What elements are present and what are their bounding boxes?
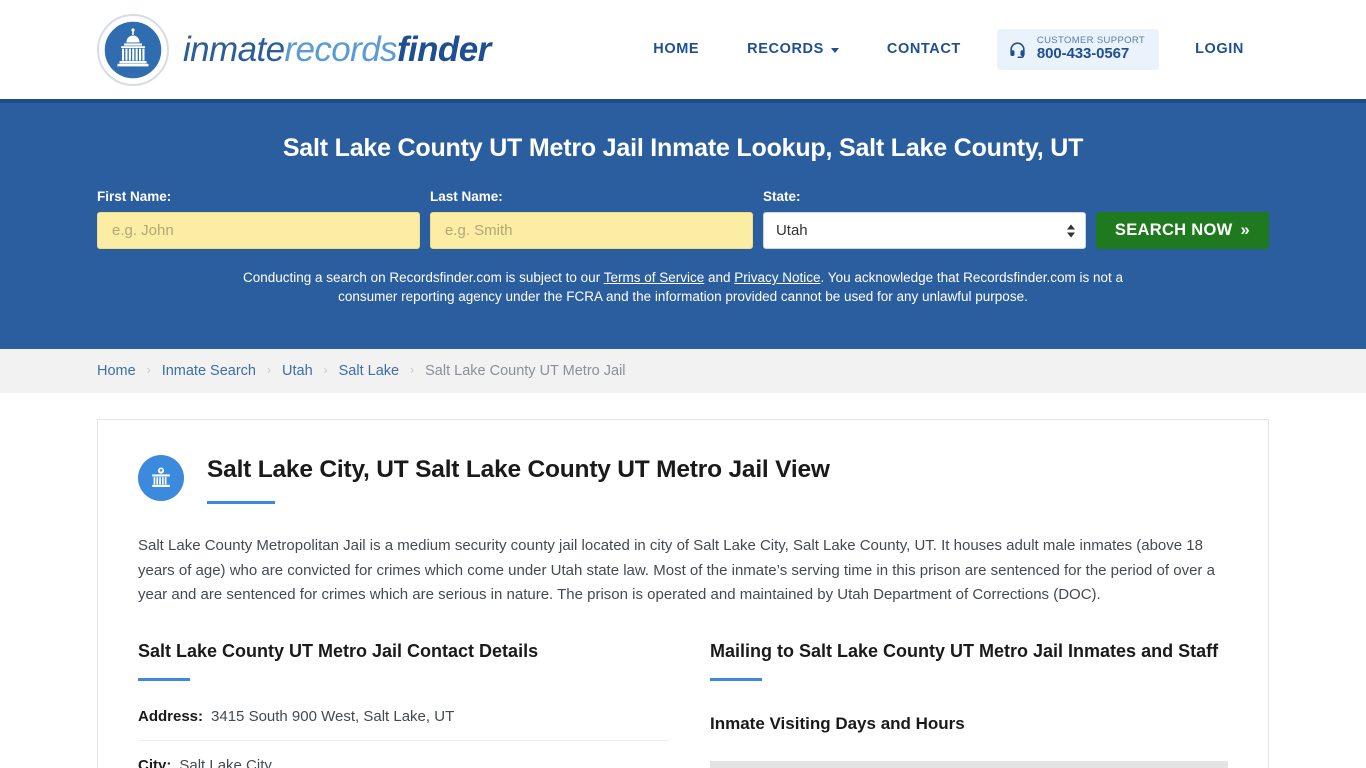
- breadcrumb-item-utah[interactable]: Utah: [282, 363, 313, 379]
- nav-records[interactable]: RECORDS: [723, 41, 863, 57]
- state-field-group: State: Utah: [762, 189, 1086, 249]
- mailing-column: Mailing to Salt Lake County UT Metro Jai…: [710, 640, 1228, 768]
- nav-login[interactable]: LOGIN: [1171, 41, 1268, 57]
- support-text-block: CUSTOMER SUPPORT 800-433-0567: [1036, 35, 1145, 63]
- contact-details-column: Salt Lake County UT Metro Jail Contact D…: [138, 640, 668, 768]
- breadcrumb: Home › Inmate Search › Utah › Salt Lake …: [0, 349, 1366, 393]
- nav-home[interactable]: HOME: [629, 41, 723, 57]
- detail-key-address: Address:: [138, 708, 204, 726]
- jail-building-icon: [138, 455, 184, 501]
- breadcrumb-separator-icon: ›: [146, 363, 151, 377]
- hero-search-section: Salt Lake County UT Metro Jail Inmate Lo…: [0, 99, 1366, 349]
- capitol-building-icon: [97, 13, 169, 86]
- customer-support-badge[interactable]: CUSTOMER SUPPORT 800-433-0567: [996, 28, 1160, 71]
- site-logo[interactable]: inmaterecordsfinder: [97, 13, 491, 86]
- mailing-heading: Mailing to Salt Lake County UT Metro Jai…: [710, 641, 1219, 662]
- facility-title: Salt Lake City, UT Salt Lake County UT M…: [207, 456, 830, 483]
- nav-contact-label: CONTACT: [886, 41, 961, 58]
- search-now-label: SEARCH NOW: [1114, 221, 1233, 239]
- brand-part-3: finder: [396, 30, 491, 69]
- state-select[interactable]: Utah: [762, 212, 1086, 249]
- breadcrumb-item-current: Salt Lake County UT Metro Jail: [425, 363, 626, 379]
- breadcrumb-item-salt-lake[interactable]: Salt Lake: [339, 363, 399, 379]
- page-title: Salt Lake County UT Metro Jail Inmate Lo…: [282, 134, 1084, 162]
- disclaimer-part-1: Conducting a search on Recordsfinder.com…: [243, 270, 604, 285]
- search-now-button[interactable]: SEARCH NOW »: [1095, 212, 1269, 249]
- facility-title-block: Salt Lake City, UT Salt Lake County UT M…: [207, 453, 830, 505]
- first-name-label: First Name:: [97, 189, 172, 204]
- detail-value-city: Salt Lake City: [179, 757, 272, 768]
- facility-detail-card: Salt Lake City, UT Salt Lake County UT M…: [97, 419, 1269, 768]
- facility-description: Salt Lake County Metropolitan Jail is a …: [138, 537, 1215, 603]
- last-name-field-group: Last Name:: [429, 189, 753, 249]
- contact-details-list: Address: 3415 South 900 West, Salt Lake,…: [138, 708, 668, 768]
- detail-row-address: Address: 3415 South 900 West, Salt Lake,…: [138, 708, 668, 742]
- double-chevron-right-icon: »: [1240, 221, 1250, 239]
- disclaimer-mid: and: [704, 270, 735, 285]
- table-header-day: [710, 761, 969, 768]
- nav-home-label: HOME: [653, 41, 700, 58]
- breadcrumb-item-home[interactable]: Home: [97, 363, 136, 379]
- breadcrumb-separator-icon: ›: [323, 363, 328, 377]
- detail-row-city: City: Salt Lake City: [138, 741, 668, 768]
- headset-icon: [1008, 40, 1027, 59]
- state-label: State:: [762, 189, 801, 204]
- visiting-hours-table: [710, 761, 1228, 768]
- site-header: inmaterecordsfinder HOME RECORDS CONTACT…: [0, 0, 1366, 99]
- support-phone: 800-433-0567: [1036, 45, 1130, 63]
- site-logo-text: inmaterecordsfinder: [183, 32, 491, 67]
- detail-value-address: 3415 South 900 West, Salt Lake, UT: [211, 708, 455, 726]
- last-name-label: Last Name:: [429, 189, 503, 204]
- facility-header: Salt Lake City, UT Salt Lake County UT M…: [138, 453, 1228, 505]
- table-header-row: [710, 761, 1228, 768]
- breadcrumb-separator-icon: ›: [410, 363, 415, 377]
- terms-of-service-link[interactable]: Terms of Service: [604, 270, 705, 285]
- mailing-heading-rule: [710, 678, 762, 682]
- breadcrumb-separator-icon: ›: [267, 363, 271, 377]
- table-header-hours: [969, 761, 1228, 768]
- detail-columns: Salt Lake County UT Metro Jail Contact D…: [138, 640, 1228, 768]
- nav-contact[interactable]: CONTACT: [863, 41, 985, 57]
- first-name-input[interactable]: [97, 212, 420, 249]
- title-underline-rule: [207, 501, 275, 505]
- nav-login-label: LOGIN: [1195, 41, 1244, 58]
- contact-details-heading: Salt Lake County UT Metro Jail Contact D…: [138, 641, 539, 662]
- detail-key-city: City:: [138, 757, 172, 768]
- inmate-search-form: First Name: Last Name: State: Utah SEARC…: [97, 189, 1269, 249]
- brand-part-2: records: [284, 30, 397, 69]
- breadcrumb-item-inmate-search[interactable]: Inmate Search: [162, 363, 256, 379]
- first-name-field-group: First Name:: [97, 189, 420, 249]
- brand-part-1: inmate: [183, 30, 285, 69]
- main-navigation: HOME RECORDS CONTACT CUSTOMER SUPPORT 80…: [629, 28, 1268, 71]
- state-select-wrapper: Utah: [762, 212, 1086, 249]
- contact-heading-rule: [138, 678, 190, 682]
- last-name-input[interactable]: [429, 212, 753, 249]
- nav-records-label: RECORDS: [747, 41, 824, 58]
- privacy-notice-link[interactable]: Privacy Notice: [734, 270, 820, 285]
- search-disclaimer: Conducting a search on Recordsfinder.com…: [243, 269, 1123, 306]
- visiting-hours-heading: Inmate Visiting Days and Hours: [710, 714, 965, 734]
- chevron-down-icon: [830, 47, 839, 53]
